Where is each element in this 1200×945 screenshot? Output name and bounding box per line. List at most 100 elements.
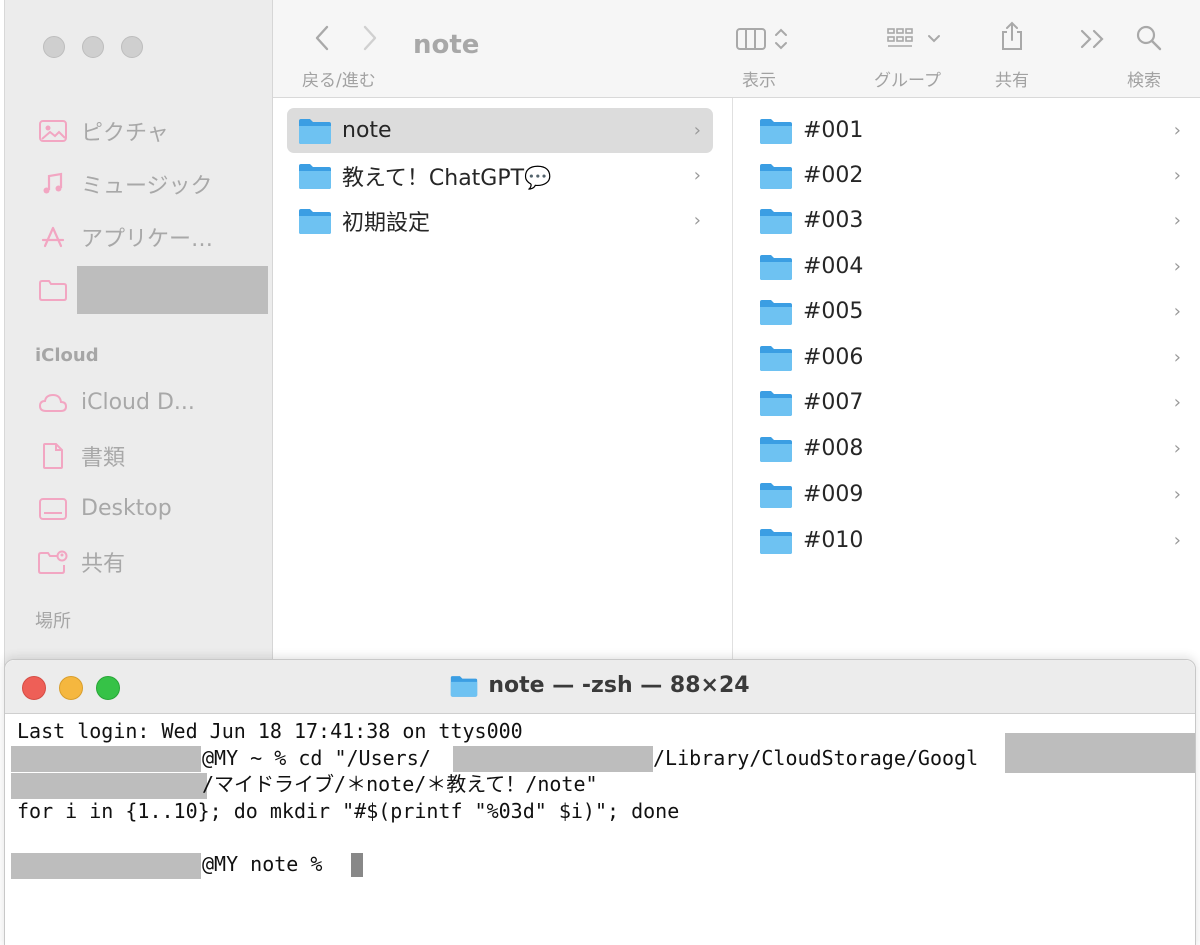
music-icon xyxy=(38,172,68,196)
more-icon[interactable] xyxy=(1079,28,1107,54)
folder-name: #007 xyxy=(803,390,864,415)
chevron-right-icon: › xyxy=(1173,165,1181,186)
finder-window-controls xyxy=(43,36,143,58)
folder-name: #008 xyxy=(803,436,864,461)
apps-icon xyxy=(38,225,68,249)
redacted-username xyxy=(11,852,201,879)
minimize-button[interactable] xyxy=(82,36,104,58)
redacted-name xyxy=(77,265,268,314)
sidebar-item-label: 書類 xyxy=(81,445,126,471)
sidebar-section-locations: 場所 xyxy=(35,611,71,632)
sidebar-item-label: ピクチャ xyxy=(81,120,169,146)
list-item[interactable]: #004 › xyxy=(748,244,1193,289)
folder-name: 教えて！ChatGPT💬 xyxy=(342,165,552,191)
zoom-button[interactable] xyxy=(121,36,143,58)
folder-name: #001 xyxy=(803,118,864,143)
photo-icon xyxy=(38,119,68,143)
folder-icon xyxy=(299,118,331,144)
column-view-icon[interactable] xyxy=(735,26,795,56)
sidebar-item-user-folder[interactable] xyxy=(5,263,273,316)
folder-icon xyxy=(760,118,792,144)
folder-name: #003 xyxy=(803,208,864,233)
chevron-right-icon: › xyxy=(1173,256,1181,277)
folder-icon xyxy=(760,528,792,554)
search-icon[interactable] xyxy=(1135,24,1163,56)
redacted-path-start xyxy=(11,773,207,799)
list-item[interactable]: 教えて！ChatGPT💬 › xyxy=(287,153,713,198)
sidebar-item-label: アプリケー… xyxy=(81,226,214,252)
chevron-right-icon: › xyxy=(1173,120,1181,141)
list-item[interactable]: #007 › xyxy=(748,380,1193,425)
sidebar-item-shared[interactable]: 共有 xyxy=(5,535,273,588)
chevron-right-icon: › xyxy=(693,120,701,141)
list-item[interactable]: #002 › xyxy=(748,153,1193,198)
sidebar-item-label: ミュージック xyxy=(81,173,213,199)
list-item[interactable]: #005 › xyxy=(748,289,1193,334)
list-item[interactable]: #008 › xyxy=(748,426,1193,471)
document-icon xyxy=(38,442,68,469)
terminal-prompt: @MY note % xyxy=(202,851,335,876)
list-item[interactable]: #009 › xyxy=(748,472,1193,517)
view-label: 表示 xyxy=(742,71,776,91)
folder-name: #009 xyxy=(803,482,864,507)
chevron-right-icon: › xyxy=(1173,347,1181,368)
folder-icon xyxy=(760,436,792,462)
terminal-title-text: note — -zsh — 88×24 xyxy=(488,673,750,698)
list-item[interactable]: #006 › xyxy=(748,335,1193,380)
share-icon[interactable] xyxy=(999,20,1025,56)
finder-toolbar: note 戻る/進む 表示 グループ 共有 検索 xyxy=(273,0,1200,98)
folder-name: #002 xyxy=(803,163,864,188)
chevron-right-icon: › xyxy=(1173,301,1181,322)
chevron-right-icon: › xyxy=(1173,484,1181,505)
folder-outline-icon xyxy=(38,278,68,302)
sidebar-item-pictures[interactable]: ピクチャ xyxy=(5,104,273,157)
terminal-line: for i in {1..10}; do mkdir "#$(printf "%… xyxy=(17,798,680,823)
nav-label: 戻る/進む xyxy=(302,71,376,91)
terminal-titlebar: note — -zsh — 88×24 xyxy=(5,660,1195,714)
sidebar-list: ピクチャ ミュージック アプリケー… iCloud iCloud D... 書類… xyxy=(5,104,273,642)
terminal-line: /マイドライブ/＊note/＊教えて！/note" xyxy=(11,771,1189,799)
forward-icon[interactable] xyxy=(361,24,379,56)
list-item[interactable]: #010 › xyxy=(748,518,1193,563)
desktop-icon xyxy=(38,497,68,521)
sidebar-item-applications[interactable]: アプリケー… xyxy=(5,210,273,263)
sidebar-item-documents[interactable]: 書類 xyxy=(5,429,273,482)
redacted-path xyxy=(453,745,653,772)
group-label: グループ xyxy=(874,71,941,91)
folder-icon xyxy=(760,390,792,416)
list-item[interactable]: #003 › xyxy=(748,198,1193,243)
sidebar-item-desktop[interactable]: Desktop xyxy=(5,482,273,535)
terminal-window: note — -zsh — 88×24 Last login: Wed Jun … xyxy=(4,659,1196,945)
sidebar-item-label: Desktop xyxy=(81,496,172,521)
folder-name: #005 xyxy=(803,299,864,324)
cloud-icon xyxy=(38,391,68,415)
list-item[interactable]: #001 › xyxy=(748,108,1193,153)
folder-name: 初期設定 xyxy=(342,210,431,236)
folder-icon xyxy=(299,208,331,234)
terminal-cursor xyxy=(351,852,363,877)
folder-name: note xyxy=(342,118,392,143)
sidebar-item-label: iCloud D... xyxy=(81,390,195,415)
list-item[interactable]: 初期設定 › xyxy=(287,198,713,243)
terminal-line: @MY ~ % cd "/Users/ /Library/CloudStorage… xyxy=(11,732,1195,773)
shared-folder-icon xyxy=(38,550,68,574)
chevron-right-icon: › xyxy=(1173,438,1181,459)
terminal-title: note — -zsh — 88×24 xyxy=(5,673,1195,698)
group-icon[interactable] xyxy=(885,26,945,56)
sidebar-item-label: 共有 xyxy=(81,551,126,577)
chevron-right-icon: › xyxy=(1173,392,1181,413)
sidebar-item-icloud-drive[interactable]: iCloud D... xyxy=(5,376,273,429)
list-item[interactable]: note › xyxy=(287,108,713,153)
terminal-line-text: /Library/CloudStorage/Googl xyxy=(653,745,979,770)
folder-icon xyxy=(299,163,331,189)
folder-name: #006 xyxy=(803,345,864,370)
terminal-output[interactable]: Last login: Wed Jun 18 17:41:38 on ttys0… xyxy=(11,718,1195,879)
sidebar-item-music[interactable]: ミュージック xyxy=(5,157,273,210)
folder-name: #004 xyxy=(803,254,864,279)
folder-icon xyxy=(760,163,792,189)
back-icon[interactable] xyxy=(313,24,331,56)
window-title: note xyxy=(413,30,480,60)
chevron-right-icon: › xyxy=(693,165,701,186)
close-button[interactable] xyxy=(43,36,65,58)
